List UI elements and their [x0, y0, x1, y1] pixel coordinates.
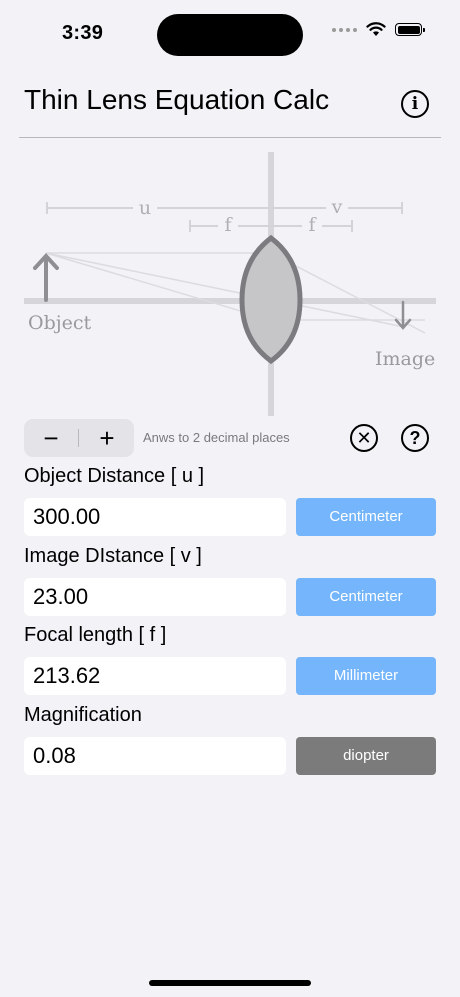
image-distance-label: Image DIstance [ v ]	[24, 545, 202, 567]
dynamic-island	[157, 14, 303, 56]
label-object: Object	[28, 312, 92, 334]
dimension-u	[46, 202, 270, 214]
object-distance-label: Object Distance [ u ]	[24, 465, 205, 487]
object-distance-input[interactable]: 300.00	[24, 498, 286, 536]
wifi-icon	[366, 22, 386, 36]
page-title: Thin Lens Equation Calc	[24, 84, 330, 115]
help-icon[interactable]: ?	[401, 424, 429, 452]
increase-precision-button[interactable]: +	[80, 419, 134, 457]
convex-lens	[239, 234, 303, 365]
image-arrow	[394, 300, 412, 330]
status-time: 3:39	[62, 22, 104, 44]
label-u: u	[139, 197, 151, 219]
image-distance-unit-button[interactable]: Centimeter	[296, 578, 436, 616]
focal-length-label: Focal length [ f ]	[24, 624, 167, 646]
precision-label: Anws to 2 decimal places	[143, 430, 290, 445]
image-distance-input[interactable]: 23.00	[24, 578, 286, 616]
stepper-divider	[78, 429, 79, 447]
magnification-unit-button[interactable]: diopter	[296, 737, 436, 775]
focal-length-unit-button[interactable]: Millimeter	[296, 657, 436, 695]
battery-icon	[395, 23, 425, 36]
focal-length-input[interactable]: 213.62	[24, 657, 286, 695]
precision-stepper: − +	[24, 419, 134, 457]
decrease-precision-button[interactable]: −	[24, 419, 78, 457]
home-indicator	[149, 980, 311, 986]
lens-diagram: u v f f Object Image	[24, 152, 436, 416]
magnification-label: Magnification	[24, 704, 142, 726]
status-icons	[332, 22, 425, 37]
object-arrow	[33, 253, 59, 302]
label-v: v	[331, 196, 343, 218]
magnification-input[interactable]: 0.08	[24, 737, 286, 775]
clear-icon[interactable]: ✕	[350, 424, 378, 452]
light-rays	[45, 252, 426, 334]
info-icon[interactable]: i	[401, 90, 429, 118]
cellular-signal-icon	[332, 27, 357, 32]
label-image: Image	[375, 348, 435, 370]
object-distance-unit-button[interactable]: Centimeter	[296, 498, 436, 536]
status-bar: 3:39	[0, 0, 460, 70]
header-divider	[19, 137, 441, 138]
